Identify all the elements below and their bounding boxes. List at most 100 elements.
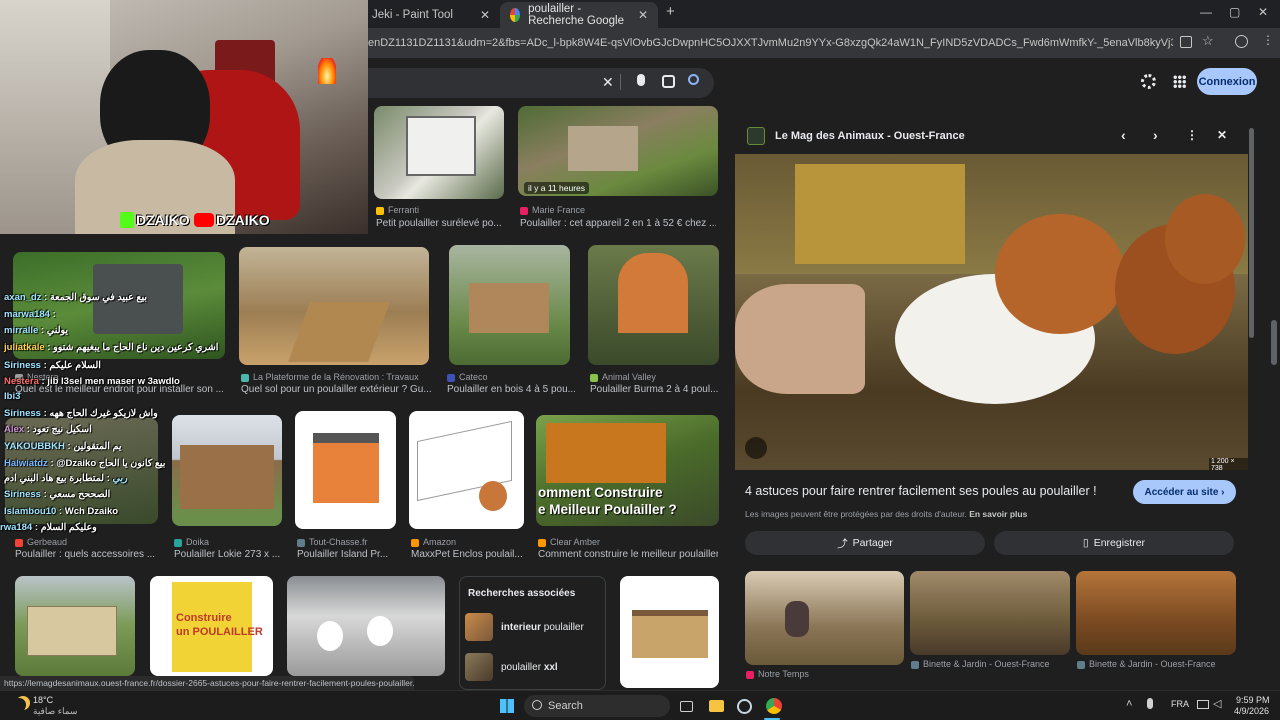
task-view-icon[interactable] <box>676 696 696 716</box>
result-caption[interactable]: Petit poulailler surélevé po... <box>376 218 506 229</box>
visit-site-button[interactable]: Accéder au site › <box>1133 480 1236 504</box>
next-icon[interactable]: › <box>1153 127 1158 143</box>
result-caption[interactable]: Poulailler en bois 4 à 5 pou... <box>447 384 575 395</box>
result-source[interactable]: La Plateforme de la Rénovation : Travaux <box>241 372 431 382</box>
result-caption[interactable]: Comment construire le meilleur poulaille… <box>538 549 718 560</box>
result-image[interactable] <box>172 415 282 526</box>
result-source[interactable]: Animal Valley <box>590 372 720 382</box>
more-result-source[interactable]: Binette & Jardin - Ouest-France <box>1077 659 1235 669</box>
learn-more-link[interactable]: En savoir plus <box>969 509 1027 519</box>
coop-shape <box>568 126 638 171</box>
share-button[interactable]: ⤴ Partager <box>745 531 985 555</box>
tab-google-search[interactable]: poulailler - Recherche Google ✕ <box>500 2 658 28</box>
result-caption[interactable]: Quel sol pour un poulailler extérieur ? … <box>241 384 431 395</box>
coop-shape <box>180 445 274 509</box>
tab-label: Jeki - Paint Tool <box>372 9 453 21</box>
result-source[interactable]: Ferranti <box>376 205 506 215</box>
related-item[interactable]: interieur poulailler <box>501 622 584 633</box>
more-result-source[interactable]: Notre Temps <box>746 669 904 679</box>
more-result-image[interactable] <box>1076 571 1236 655</box>
new-tab-button[interactable]: + <box>666 3 675 20</box>
more-result-image[interactable] <box>910 571 1070 655</box>
result-source[interactable]: Cateco <box>447 372 577 382</box>
clock-time[interactable]: 9:59 PM <box>1236 695 1270 705</box>
related-thumb[interactable] <box>465 653 493 681</box>
result-image[interactable] <box>374 106 504 199</box>
result-image[interactable] <box>239 247 429 365</box>
weather-desc[interactable]: سماء صافية <box>33 706 77 717</box>
result-caption[interactable]: Poulailler Lokie 273 x ... <box>174 549 284 560</box>
panel-scrollbar[interactable] <box>1249 128 1254 338</box>
result-image[interactable] <box>449 245 570 365</box>
result-source[interactable]: Amazon <box>411 537 526 547</box>
minimize-button[interactable]: — <box>1200 5 1212 19</box>
weather-temp[interactable]: 18°C <box>33 695 53 705</box>
steam-icon[interactable] <box>734 696 754 716</box>
profile-icon[interactable] <box>1235 35 1248 48</box>
result-image[interactable] <box>620 576 719 688</box>
monitor-icon[interactable] <box>1197 700 1209 709</box>
result-image[interactable]: il y a 11 heures <box>518 106 718 196</box>
more-result-image[interactable] <box>745 571 904 665</box>
result-source[interactable]: Gerbeaud <box>15 537 155 547</box>
result-image[interactable] <box>15 576 135 676</box>
settings-gear-icon[interactable] <box>1141 74 1156 89</box>
panel-site-name[interactable]: Le Mag des Animaux - Ouest-France <box>775 130 965 142</box>
close-icon[interactable]: ✕ <box>480 8 490 22</box>
result-image[interactable]: omment Construire e Meilleur Poulailler … <box>536 415 719 526</box>
result-caption[interactable]: Poulailler : quels accessoires ... <box>15 549 155 560</box>
preview-image[interactable]: 1 200 × 738 <box>735 154 1248 470</box>
windows-start-icon[interactable] <box>497 696 517 716</box>
result-image[interactable] <box>287 576 445 676</box>
search-input[interactable] <box>340 68 714 98</box>
result-image[interactable] <box>588 245 719 365</box>
result-caption[interactable]: Poulailler Burma 2 à 4 poul... <box>590 384 718 395</box>
result-source[interactable]: Tout-Chasse.fr <box>297 537 397 547</box>
close-icon[interactable]: ✕ <box>638 8 648 22</box>
result-caption[interactable]: Poulailler : cet appareil 2 en 1 à 52 € … <box>520 218 716 229</box>
tab-paint-tool[interactable]: Jeki - Paint Tool ✕ <box>362 2 500 28</box>
result-source[interactable]: Marie France <box>520 205 710 215</box>
maximize-button[interactable]: ▢ <box>1229 5 1240 19</box>
tab-label: poulailler - Recherche Google <box>528 3 625 27</box>
related-item[interactable]: poulailler xxl <box>501 662 558 673</box>
result-source[interactable]: Clear Amber <box>538 537 718 547</box>
translate-icon[interactable] <box>1180 36 1192 48</box>
mic-icon[interactable] <box>1147 698 1153 709</box>
result-source[interactable]: Doika <box>174 537 284 547</box>
clock-date[interactable]: 4/9/2026 <box>1234 706 1269 716</box>
chrome-icon[interactable] <box>764 696 784 716</box>
more-result-source[interactable]: Binette & Jardin - Ouest-France <box>911 659 1069 669</box>
language-indicator[interactable]: FRA <box>1171 699 1189 709</box>
url-field[interactable]: enDZ1131DZ1131&udm=2&fbs=ADc_l-bpk8W4E-q… <box>368 31 1173 55</box>
chat-message: rwa184 : وعليكم السلام <box>0 522 97 533</box>
close-icon[interactable]: ✕ <box>1217 128 1227 142</box>
close-window-button[interactable]: ✕ <box>1258 5 1268 19</box>
bookmark-star-icon[interactable]: ☆ <box>1202 33 1214 49</box>
result-image[interactable] <box>409 411 524 529</box>
related-thumb[interactable] <box>465 613 493 641</box>
chevron-up-icon[interactable]: ˄ <box>1126 698 1132 710</box>
previous-icon[interactable]: ‹ <box>1121 127 1126 143</box>
clear-icon[interactable]: ✕ <box>602 74 614 91</box>
mic-icon[interactable] <box>637 74 645 86</box>
menu-icon[interactable]: ⋮ <box>1262 33 1274 47</box>
file-explorer-icon[interactable] <box>706 696 726 716</box>
panel-title[interactable]: 4 astuces pour faire rentrer facilement … <box>745 484 1125 498</box>
apps-grid-icon[interactable] <box>1173 75 1186 88</box>
lens-icon[interactable] <box>745 437 767 459</box>
search-icon <box>532 700 542 710</box>
result-caption[interactable]: Poulailler Island Pr... <box>297 549 397 560</box>
save-button[interactable]: ▯ Enregistrer <box>994 531 1234 555</box>
taskbar-search[interactable]: Search <box>524 695 670 717</box>
sign-in-button[interactable]: Connexion <box>1197 68 1257 95</box>
result-caption[interactable]: MaxxPet Enclos poulail... <box>411 549 526 560</box>
more-options-icon[interactable]: ⋮ <box>1186 128 1198 142</box>
search-icon[interactable] <box>688 74 699 85</box>
page-scrollbar[interactable] <box>1271 320 1277 365</box>
result-image[interactable]: Construire un POULAILLER <box>150 576 273 676</box>
lens-icon[interactable] <box>662 75 675 88</box>
volume-icon[interactable]: ◁ <box>1213 697 1221 710</box>
webcam-overlay: DZAIKO DZAIKO <box>0 0 368 234</box>
result-image[interactable] <box>295 411 396 529</box>
